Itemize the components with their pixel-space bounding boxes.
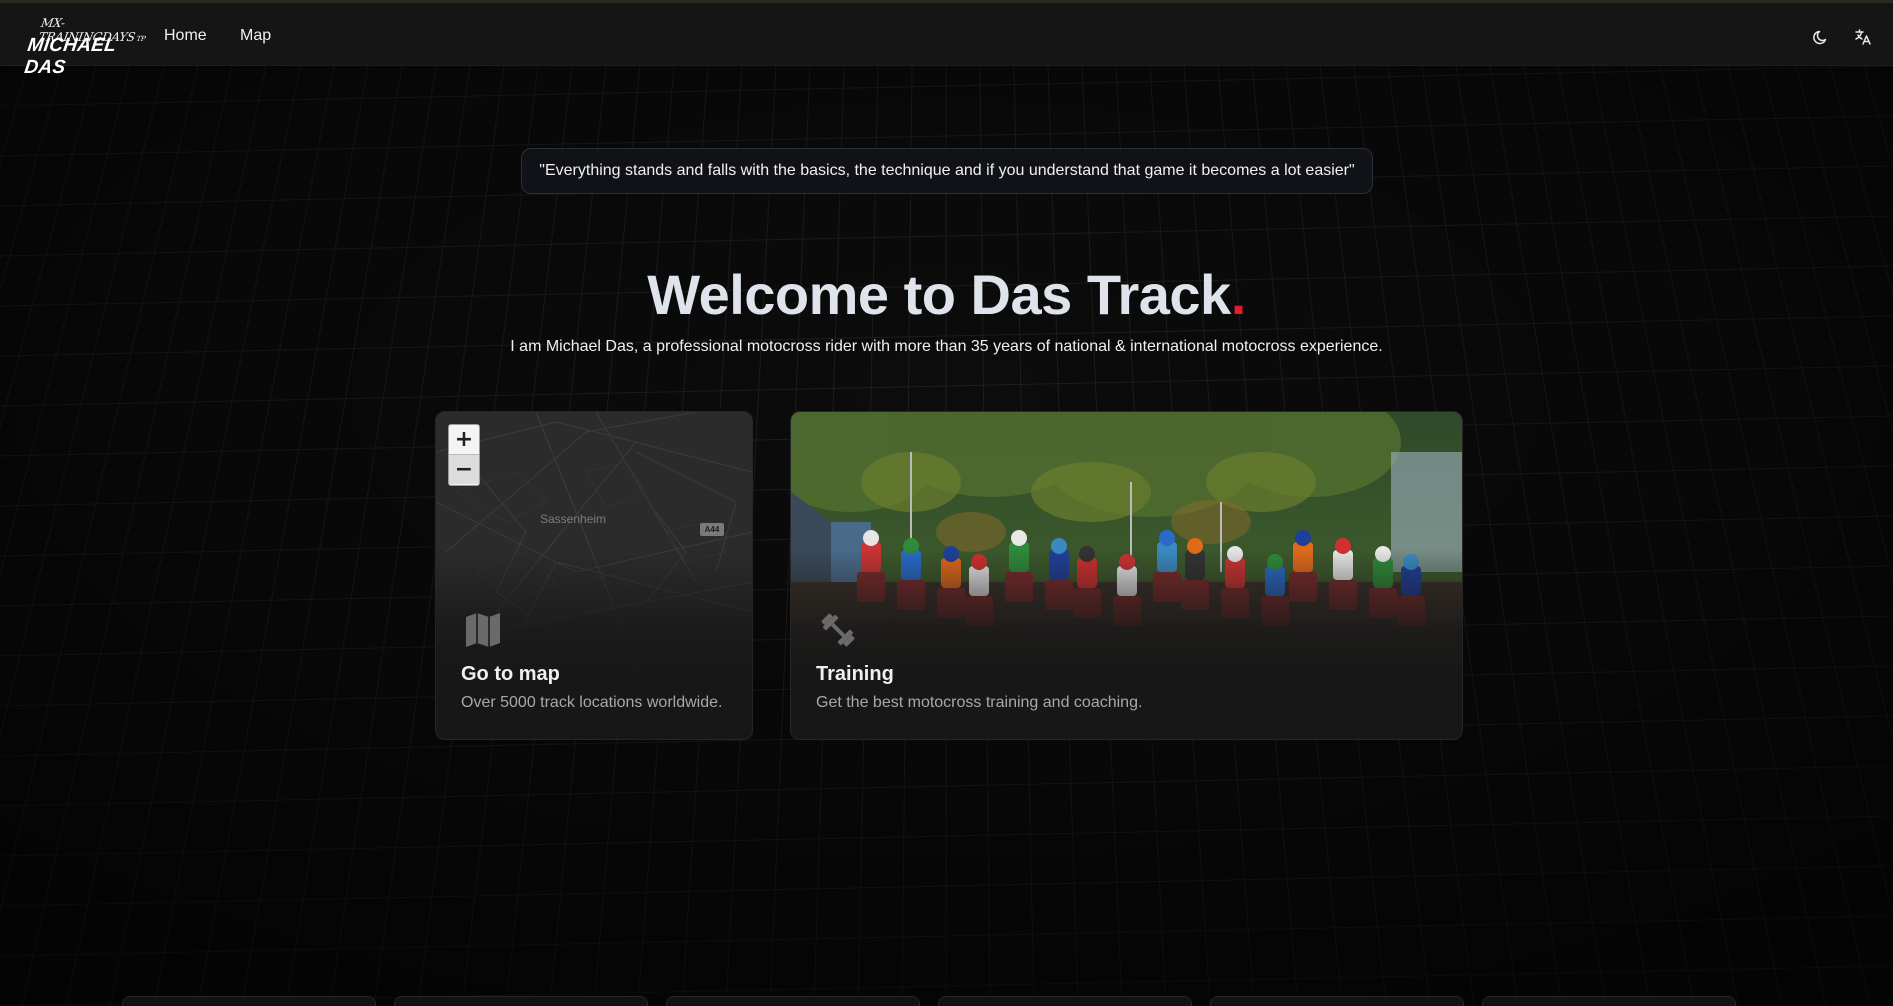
nav-map-link[interactable]: Map: [240, 27, 271, 45]
bottom-card-edge: [666, 996, 920, 1006]
title-accent-dot: .: [1230, 263, 1247, 326]
road-label: A44: [700, 523, 724, 536]
page: MX-TRAININGDAYSTP MICHAEL DAS Home Map "…: [0, 0, 1893, 1006]
zoom-in-button[interactable]: +: [449, 425, 479, 454]
site-logo[interactable]: MX-TRAININGDAYSTP MICHAEL DAS: [23, 14, 146, 78]
map-card-title: Go to map: [461, 663, 560, 685]
zoom-out-button[interactable]: −: [449, 454, 479, 484]
training-card[interactable]: Training Get the best motocross training…: [790, 411, 1463, 740]
quote-banner: "Everything stands and falls with the ba…: [521, 148, 1373, 194]
moon-icon[interactable]: [1811, 27, 1831, 47]
rider-helmet: [1011, 530, 1027, 546]
bottom-card-edge: [394, 996, 648, 1006]
logo-bottom-text: MICHAEL DAS: [23, 35, 118, 78]
training-card-description: Get the best motocross training and coac…: [816, 694, 1143, 711]
page-title: Welcome to Das Track.: [647, 263, 1247, 326]
translate-icon[interactable]: [1853, 27, 1873, 47]
rider-helmet: [1159, 530, 1175, 546]
bottom-card-edge: [938, 996, 1192, 1006]
training-card-title: Training: [816, 663, 894, 685]
rider-helmet: [1295, 530, 1311, 546]
nav-home-link[interactable]: Home: [164, 27, 207, 45]
page-subtitle: I am Michael Das, a professional motocro…: [510, 338, 1383, 355]
bottom-card-edge: [1210, 996, 1464, 1006]
rider-helmet: [863, 530, 879, 546]
map-zoom-control: + −: [448, 424, 480, 486]
bottom-card-edge: [122, 996, 376, 1006]
top-navbar: MX-TRAININGDAYSTP MICHAEL DAS Home Map: [0, 0, 1893, 78]
go-to-map-card[interactable]: + − Sassenheim A44 Go to map Over 5000 t…: [435, 411, 753, 740]
bottom-card-edge: [1482, 996, 1736, 1006]
map-icon: [462, 609, 504, 651]
map-card-description: Over 5000 track locations worldwide.: [461, 694, 723, 711]
map-place-label: Sassenheim: [540, 512, 607, 526]
dumbbell-icon: [817, 609, 859, 651]
